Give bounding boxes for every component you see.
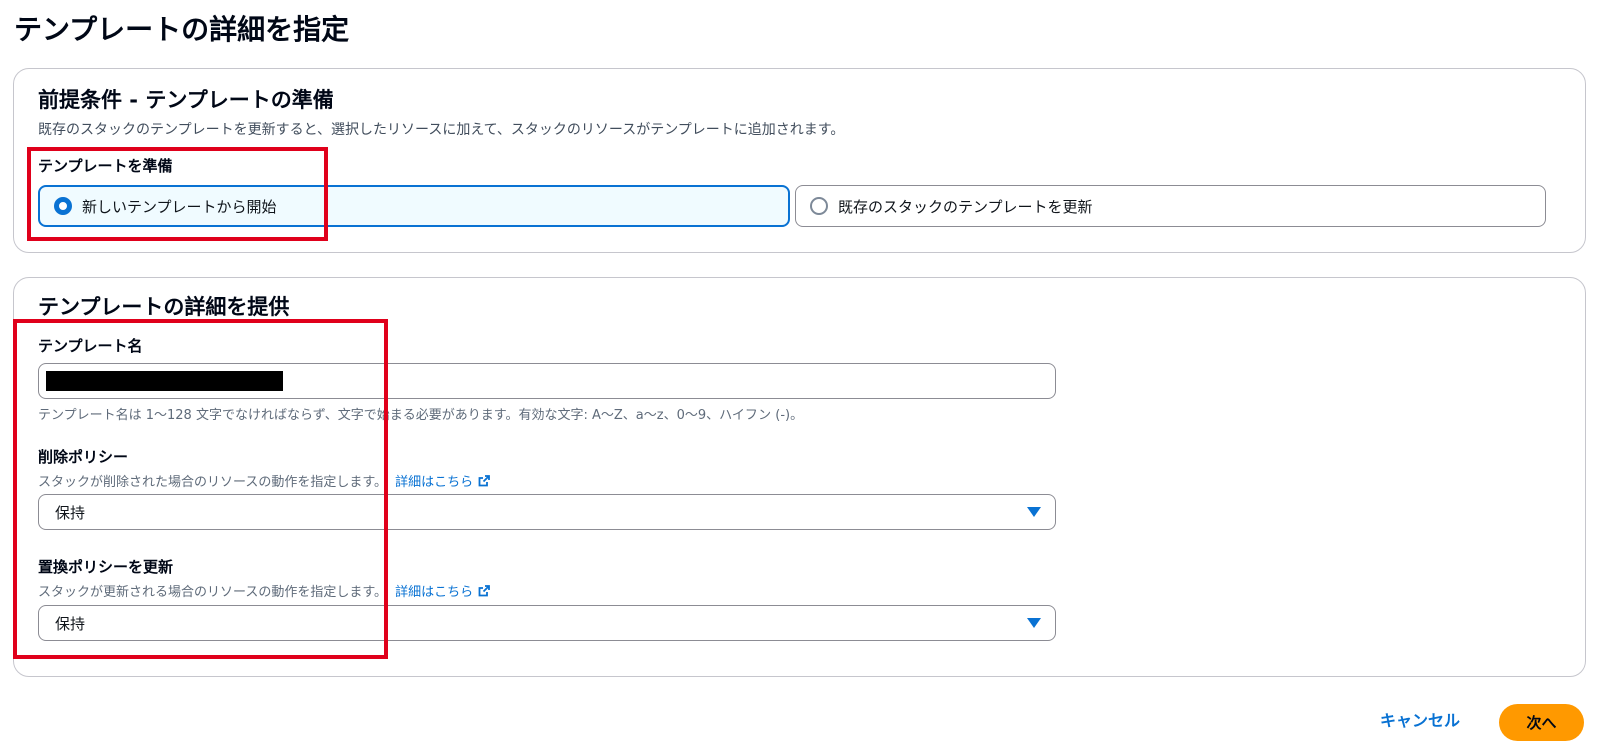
update-replace-policy-learn-more-label: 詳細はこちら: [395, 585, 474, 600]
deletion-policy-description: スタックが削除された場合のリソースの動作を指定します。 詳細はこちら: [38, 471, 490, 490]
update-replace-policy-label: 置換ポリシーを更新: [38, 558, 174, 576]
prerequisite-description: 既存のスタックのテンプレートを更新すると、選択したリソースに加えて、スタックのリ…: [38, 122, 845, 138]
redacted-value: [46, 371, 283, 391]
template-name-input[interactable]: [38, 363, 1056, 399]
update-replace-policy-select[interactable]: 保持: [38, 605, 1056, 641]
page: テンプレートの詳細を指定 前提条件 - テンプレートの準備 既存のスタックのテン…: [0, 0, 1600, 747]
deletion-policy-select[interactable]: 保持: [38, 494, 1056, 530]
caret-down-icon: [1027, 507, 1041, 517]
next-button[interactable]: 次へ: [1499, 704, 1584, 741]
prerequisite-panel: 前提条件 - テンプレートの準備 既存のスタックのテンプレートを更新すると、選択…: [13, 68, 1586, 253]
template-details-panel: テンプレートの詳細を提供 テンプレート名 テンプレート名は 1〜128 文字でな…: [13, 277, 1586, 677]
prepare-template-label: テンプレートを準備: [38, 157, 173, 175]
option-update-existing-template[interactable]: 既存のスタックのテンプレートを更新: [795, 185, 1546, 227]
external-link-icon: [478, 475, 490, 487]
deletion-policy-value: 保持: [55, 503, 86, 522]
option-update-existing-label: 既存のスタックのテンプレートを更新: [838, 197, 1093, 216]
update-replace-policy-description: スタックが更新される場合のリソースの動作を指定します。 詳細はこちら: [38, 581, 490, 600]
template-details-heading: テンプレートの詳細を提供: [38, 295, 290, 319]
template-name-constraint: テンプレート名は 1〜128 文字でなければならず、文字で始まる必要があります。…: [38, 408, 804, 423]
caret-down-icon: [1027, 618, 1041, 628]
option-new-template[interactable]: 新しいテンプレートから開始: [38, 185, 790, 227]
deletion-policy-learn-more-link[interactable]: 詳細はこちら: [395, 475, 490, 490]
prerequisite-heading: 前提条件 - テンプレートの準備: [38, 88, 334, 112]
cancel-button[interactable]: キャンセル: [1380, 707, 1460, 731]
update-replace-policy-learn-more-link[interactable]: 詳細はこちら: [395, 585, 490, 600]
update-replace-policy-value: 保持: [55, 614, 86, 633]
deletion-policy-label: 削除ポリシー: [38, 448, 129, 466]
template-name-label: テンプレート名: [38, 337, 143, 355]
page-title: テンプレートの詳細を指定: [14, 13, 350, 46]
radio-unselected-icon[interactable]: [810, 197, 828, 215]
option-new-template-label: 新しいテンプレートから開始: [82, 197, 277, 216]
deletion-policy-description-text: スタックが削除された場合のリソースの動作を指定します。: [38, 475, 388, 490]
deletion-policy-learn-more-label: 詳細はこちら: [395, 475, 474, 490]
radio-selected-icon[interactable]: [54, 197, 72, 215]
update-replace-policy-description-text: スタックが更新される場合のリソースの動作を指定します。: [38, 585, 388, 600]
external-link-icon: [478, 585, 490, 597]
